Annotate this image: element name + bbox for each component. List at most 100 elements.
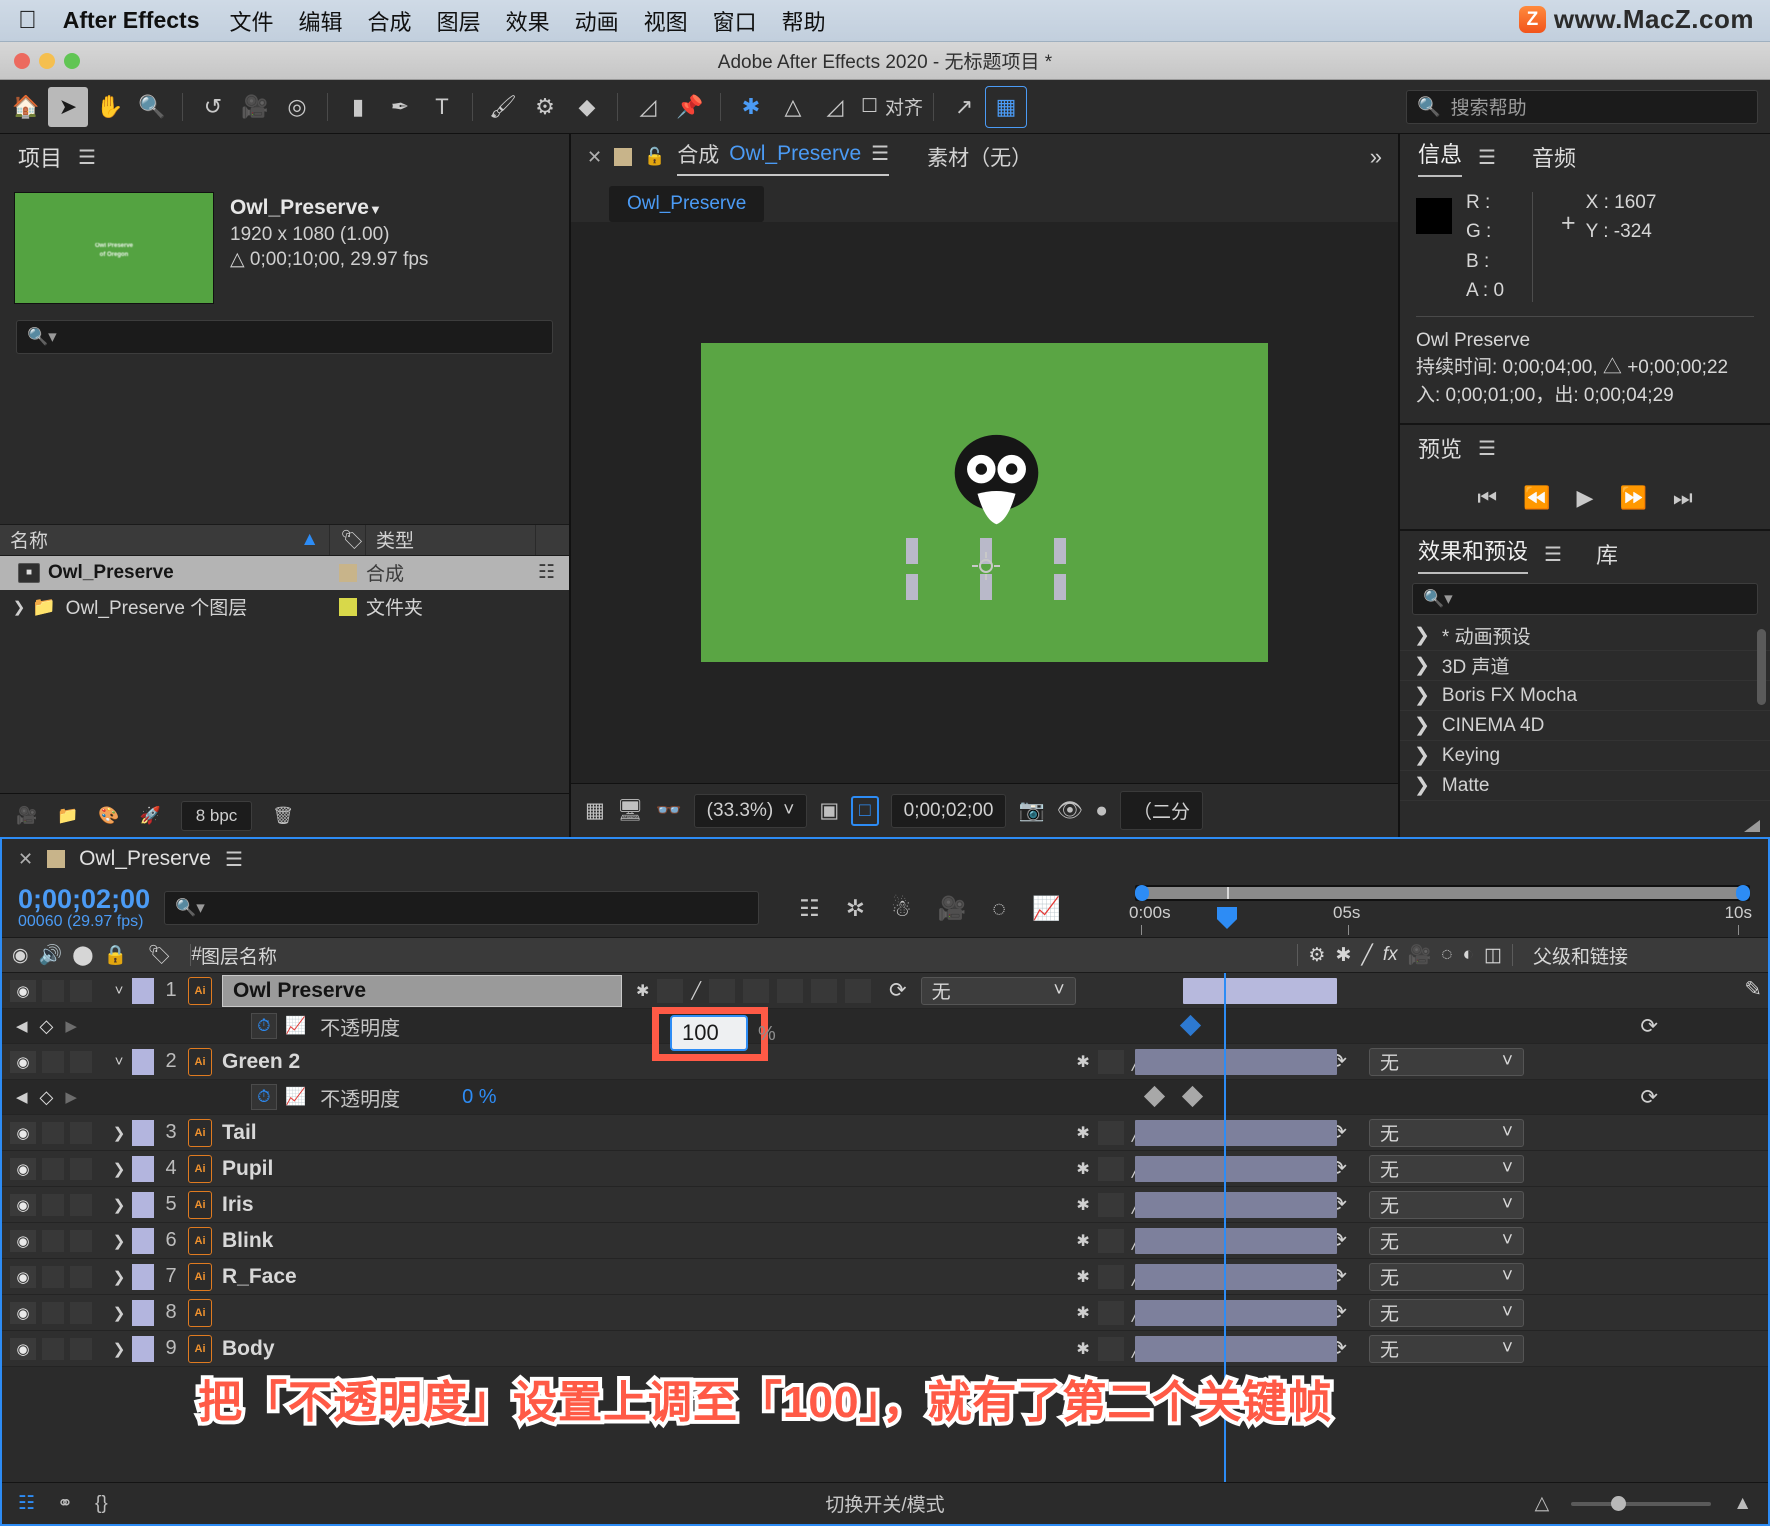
track-area[interactable] — [1135, 1009, 1768, 1043]
panel-menu-icon[interactable]: ☰ — [1478, 436, 1496, 461]
graph-editor-footer-icon[interactable]: {} — [95, 1493, 108, 1515]
expand-layer-chevron[interactable]: ❯ — [106, 1124, 132, 1142]
motion-blur-footer-icon[interactable]: ⚭ — [57, 1492, 73, 1515]
anchor-point-tool-icon[interactable]: ◎ — [277, 87, 317, 127]
expand-layer-chevron[interactable]: ˅ — [106, 982, 132, 999]
audio-toggle[interactable] — [42, 979, 64, 1002]
layer-label-color[interactable] — [132, 1335, 154, 1362]
track-area[interactable] — [1135, 1223, 1768, 1258]
handle-tr[interactable] — [1054, 538, 1066, 564]
parent-pickwhip-icon[interactable]: ⟳ — [889, 978, 907, 1003]
layer-name[interactable]: R_Face — [222, 1265, 297, 1289]
collapse-transform-icon[interactable]: ✱ — [1076, 1052, 1089, 1072]
label-color-swatch[interactable] — [339, 563, 357, 582]
panel-menu-icon[interactable]: ☰ — [1478, 145, 1496, 170]
layer-label-color[interactable] — [132, 1155, 154, 1182]
solo-toggle[interactable] — [70, 1193, 92, 1216]
switch-box[interactable] — [845, 978, 872, 1003]
switch-box[interactable] — [1097, 1120, 1124, 1145]
effects-scrollbar[interactable] — [1757, 629, 1766, 706]
project-col-type[interactable]: 类型 — [366, 524, 536, 555]
effects-category-row[interactable]: ❯ CINEMA 4D — [1400, 711, 1770, 742]
motion-blur-icon[interactable]: ◌ — [992, 895, 1006, 922]
effects-search-input[interactable]: 🔍▾ — [1412, 583, 1758, 616]
delete-icon[interactable]: 🗑 — [272, 806, 294, 826]
graph-editor-icon[interactable]: ↗ — [944, 87, 984, 127]
solo-toggle[interactable] — [70, 979, 92, 1002]
layer-clip-bar[interactable] — [1135, 1156, 1337, 1182]
tab-project[interactable]: 项目 — [18, 141, 62, 173]
apple-logo-icon[interactable]:  — [18, 8, 37, 33]
menu-item-layer[interactable]: 图层 — [437, 5, 481, 37]
audio-toggle[interactable] — [42, 1157, 64, 1180]
layer-clip-bar[interactable] — [1135, 1192, 1337, 1218]
effects-category-row[interactable]: ❯ Keying — [1400, 741, 1770, 772]
effects-category-list[interactable]: ❯ * 动画预设 ❯ 3D 声道 ❯ Boris FX Mocha ❯ CINEMA 4… — [1400, 621, 1770, 815]
track-area[interactable] — [1135, 973, 1768, 1008]
close-window-button[interactable] — [14, 52, 30, 69]
chevron-right-icon[interactable]: ❯ — [1414, 744, 1430, 767]
menu-item-view[interactable]: 视图 — [644, 5, 688, 37]
layer-name[interactable]: Body — [222, 1337, 275, 1361]
switch-box[interactable] — [1097, 1228, 1124, 1253]
audio-toggle[interactable] — [42, 1337, 64, 1360]
keyframe-navigator[interactable]: ◀ ◇ ▶ — [16, 1087, 77, 1108]
timeline-current-time[interactable]: 0;00;02;00 00060 (29.97 fps) — [18, 884, 150, 931]
hand-tool-icon[interactable]: ✋ — [90, 87, 130, 127]
video-visibility-toggle[interactable]: ◉ — [10, 979, 36, 1002]
video-visibility-toggle[interactable]: ◉ — [10, 1157, 36, 1180]
selection-tool-icon[interactable]: ➤ — [48, 86, 88, 127]
zoom-tool-icon[interactable]: 🔍 — [132, 87, 172, 127]
track-area[interactable] — [1135, 1080, 1768, 1114]
3d-glasses-icon[interactable]: 👓 — [656, 799, 682, 823]
comp-current-time[interactable]: 0;00;02;00 — [890, 793, 1007, 828]
current-time-indicator[interactable] — [1217, 907, 1237, 929]
timeline-zoom-controls[interactable]: △ ▲ — [1535, 1492, 1752, 1515]
layer-name[interactable]: Tail — [222, 1121, 257, 1145]
effects-category-row[interactable]: ❯ 3D 声道 — [1400, 651, 1770, 682]
tab-audio[interactable]: 音频 — [1532, 141, 1576, 173]
table-row[interactable]: ◉ ˅ 2 Ai Green 2 ✱ ╱ ⟳ 无 ˅ — [2, 1044, 1768, 1080]
expand-layer-chevron[interactable]: ˅ — [106, 1053, 132, 1070]
composition-canvas[interactable] — [701, 343, 1268, 662]
stopwatch-icon[interactable]: ⏱ — [250, 1013, 277, 1039]
previous-keyframe-icon[interactable]: ◀ — [16, 1088, 28, 1106]
new-folder-icon[interactable]: 📁 — [57, 806, 78, 826]
collapse-transform-icon[interactable]: ✱ — [1076, 1231, 1089, 1251]
project-settings-icon[interactable]: 🎨 — [98, 806, 119, 826]
next-keyframe-icon[interactable]: ▶ — [65, 1017, 77, 1035]
puppet-position-icon[interactable]: ✱ — [731, 87, 771, 127]
graph-editor-icon[interactable]: 📈 — [1032, 895, 1061, 922]
pen-tool-icon[interactable]: ✒ — [380, 87, 420, 127]
timeline-tab-name[interactable]: Owl_Preserve — [79, 847, 211, 871]
layer-name[interactable]: Iris — [222, 1193, 254, 1217]
panel-menu-icon[interactable]: ☰ — [871, 141, 889, 166]
draft-3d-icon[interactable]: ✲ — [846, 895, 865, 922]
expand-layer-chevron[interactable]: ❯ — [106, 1268, 132, 1286]
tab-composition[interactable]: 合成 Owl_Preserve ☰ — [677, 139, 890, 176]
expand-layer-chevron[interactable]: ❯ — [106, 1340, 132, 1358]
switch-box[interactable] — [743, 978, 770, 1003]
maximize-window-button[interactable] — [64, 52, 80, 69]
panel-resize-grip[interactable] — [1400, 815, 1770, 837]
project-col-name[interactable]: 名称 ▲ — [0, 524, 330, 555]
panel-menu-icon[interactable]: ☰ — [78, 145, 96, 170]
timeline-search-input[interactable]: 🔍▾ — [164, 891, 760, 925]
brush-tool-icon[interactable]: 🖌 — [483, 87, 523, 127]
previous-keyframe-icon[interactable]: ◀ — [16, 1017, 28, 1035]
timeline-zoom-slider[interactable] — [1571, 1495, 1712, 1511]
tab-footage[interactable]: 素材（无） — [927, 142, 1032, 172]
property-graph-icon[interactable]: 📈 — [285, 1087, 306, 1107]
switch-box[interactable] — [1097, 1192, 1124, 1217]
effects-category-row[interactable]: ❯ Boris FX Mocha — [1400, 681, 1770, 712]
audio-toggle[interactable] — [42, 1193, 64, 1216]
layer-label-color[interactable] — [132, 1263, 154, 1290]
composition-stage[interactable] — [571, 222, 1398, 783]
comp-breadcrumb[interactable]: Owl_Preserve — [609, 186, 765, 222]
keyframe-marker[interactable] — [1143, 1085, 1166, 1108]
last-frame-icon[interactable]: ⏭ — [1673, 485, 1693, 511]
chevron-right-icon[interactable]: ❯ — [1414, 684, 1430, 707]
track-area[interactable] — [1135, 1044, 1768, 1079]
rotation-tool-icon[interactable]: ↺ — [193, 87, 233, 127]
first-frame-icon[interactable]: ⏮ — [1477, 485, 1497, 511]
